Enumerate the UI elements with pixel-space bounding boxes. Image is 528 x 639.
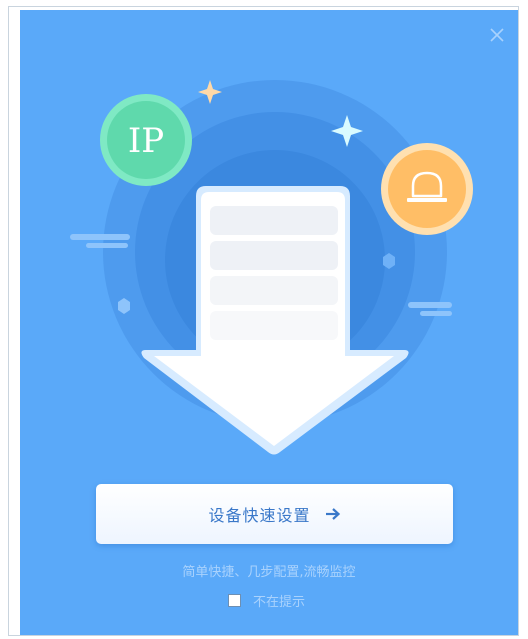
setup-dialog: IP 设备快速设置 简单快捷、几步配置,流畅监控 不在提示 [20, 10, 518, 635]
dont-show-again-label[interactable]: 不在提示 [253, 591, 305, 610]
quick-setup-button[interactable]: 设备快速设置 [96, 484, 453, 544]
dont-show-again-row: 不在提示 [228, 591, 305, 610]
ip-badge-text: IP [128, 121, 164, 161]
close-icon[interactable] [486, 24, 508, 46]
ip-badge: IP [100, 94, 192, 186]
quick-setup-button-label: 设备快速设置 [208, 506, 311, 525]
arrow-right-icon [325, 508, 340, 520]
alarm-bell-icon [381, 143, 473, 235]
dont-show-again-checkbox[interactable] [228, 593, 241, 607]
setup-illustration: IP [70, 80, 473, 455]
subtitle-text: 简单快捷、几步配置,流畅监控 [182, 565, 356, 580]
